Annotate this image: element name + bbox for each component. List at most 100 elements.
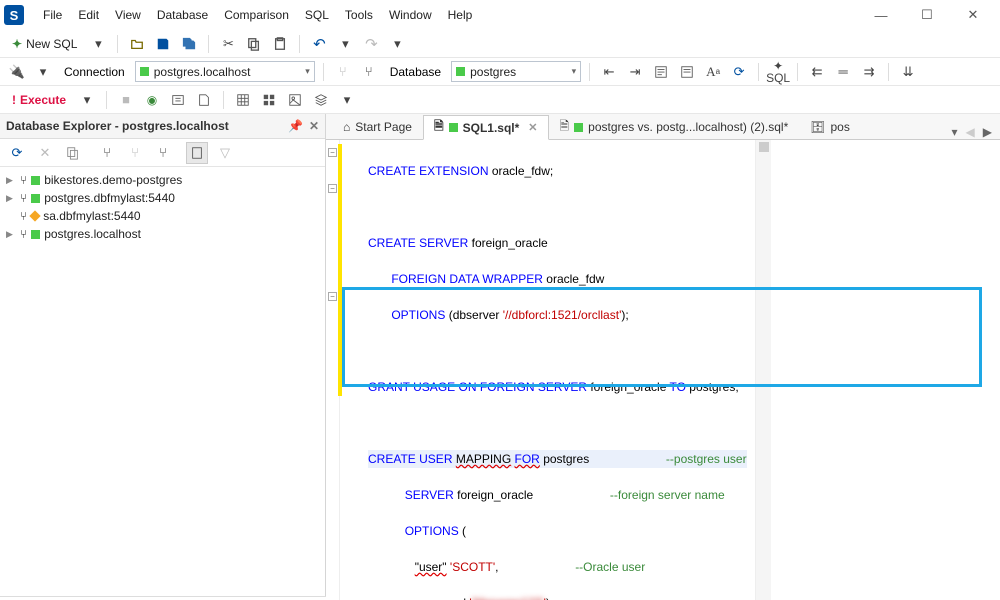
maximize-button[interactable]: ☐ xyxy=(904,0,950,30)
refresh-icon[interactable]: ⟳ xyxy=(728,61,750,83)
tab-sql1[interactable]: 🗎SQL1.sql*✕ xyxy=(423,115,549,140)
menu-database[interactable]: Database xyxy=(150,4,215,26)
fork2-icon[interactable]: ⑂ xyxy=(124,142,146,164)
conn-plug-icon[interactable]: 🔌 xyxy=(6,61,28,83)
comment-icon[interactable] xyxy=(650,61,672,83)
cut-icon[interactable]: ✂ xyxy=(217,33,239,55)
dropdown-arrow-icon[interactable]: ▾ xyxy=(87,33,109,55)
connection-dropdown[interactable]: postgres.localhost xyxy=(135,61,315,82)
sql-file-icon: 🗎 xyxy=(560,117,570,138)
window-controls: — ☐ ✕ xyxy=(858,0,996,30)
run-icon[interactable]: ◉ xyxy=(141,89,163,111)
conn-drop-icon[interactable]: ▾ xyxy=(32,61,54,83)
tree-item[interactable]: ▶⑂postgres.localhost xyxy=(0,225,325,243)
fork1-icon[interactable]: ⑂ xyxy=(96,142,118,164)
editor-tabs: ⌂Start Page 🗎SQL1.sql*✕ 🗎postgres vs. po… xyxy=(326,114,1000,140)
grid-icon[interactable] xyxy=(258,89,280,111)
db-icon: 🗄 xyxy=(810,120,825,134)
image-icon[interactable] xyxy=(284,89,306,111)
explorer-header: Database Explorer - postgres.localhost 📌… xyxy=(0,114,325,139)
tab-start-page[interactable]: ⌂Start Page xyxy=(332,114,423,139)
stop-icon[interactable]: ■ xyxy=(115,89,137,111)
menu-comparison[interactable]: Comparison xyxy=(217,4,296,26)
tabs-next-icon[interactable]: ▶ xyxy=(983,125,992,139)
layers-drop-icon[interactable]: ▾ xyxy=(336,89,358,111)
undo-split-icon[interactable]: ▾ xyxy=(334,33,356,55)
code-editor[interactable]: CREATE EXTENSION oracle_fdw; CREATE SERV… xyxy=(340,140,755,600)
close-button[interactable]: ✕ xyxy=(950,0,996,30)
close-panel-icon[interactable]: ✕ xyxy=(309,119,319,133)
copy-tree-icon[interactable] xyxy=(62,142,84,164)
align-right-icon[interactable]: ⇉ xyxy=(858,61,880,83)
explorer-title: Database Explorer - postgres.localhost xyxy=(6,119,229,133)
code-area: − − − CREATE EXTENSION oracle_fdw; CREAT… xyxy=(326,140,1000,600)
tree-item[interactable]: ⑂sa.dbfmylast:5440 xyxy=(0,207,325,225)
table-icon[interactable] xyxy=(232,89,254,111)
execute-button[interactable]: !Execute xyxy=(6,93,72,107)
menu-file[interactable]: File xyxy=(36,4,69,26)
layers-icon[interactable] xyxy=(310,89,332,111)
redo-split-icon[interactable]: ▾ xyxy=(386,33,408,55)
script-icon[interactable] xyxy=(193,89,215,111)
indent-icon[interactable]: ⇥ xyxy=(624,61,646,83)
sql-file-icon: 🗎 xyxy=(434,117,444,138)
redo-icon[interactable]: ↷ xyxy=(360,33,382,55)
minimize-button[interactable]: — xyxy=(858,0,904,30)
tabs-dropdown-icon[interactable]: ▾ xyxy=(952,125,958,139)
db-fork2-icon[interactable]: ⑂ xyxy=(358,61,380,83)
filter-icon[interactable]: ▽ xyxy=(214,142,236,164)
new-sql-button[interactable]: ✦New SQL xyxy=(6,33,83,55)
fold-icon[interactable]: − xyxy=(328,184,337,193)
copy-icon[interactable] xyxy=(243,33,265,55)
fold-icon[interactable]: − xyxy=(328,148,337,157)
database-dropdown[interactable]: postgres xyxy=(451,61,581,82)
toolbar-connection: 🔌 ▾ Connection postgres.localhost ⑂ ⑂ Da… xyxy=(0,58,1000,86)
menu-help[interactable]: Help xyxy=(441,4,480,26)
main-area: Database Explorer - postgres.localhost 📌… xyxy=(0,114,1000,596)
fork3-icon[interactable]: ⑂ xyxy=(152,142,174,164)
save-icon[interactable] xyxy=(152,33,174,55)
tree-item[interactable]: ▶⑂postgres.dbfmylast:5440 xyxy=(0,189,325,207)
titlebar: S File Edit View Database Comparison SQL… xyxy=(0,0,1000,30)
tabs-prev-icon[interactable]: ◀ xyxy=(966,125,975,139)
menu-view[interactable]: View xyxy=(108,4,148,26)
gutter: − − − xyxy=(326,140,340,600)
database-explorer: Database Explorer - postgres.localhost 📌… xyxy=(0,114,326,596)
paste-icon[interactable] xyxy=(269,33,291,55)
home-icon: ⌂ xyxy=(343,120,350,134)
open-icon[interactable] xyxy=(126,33,148,55)
toolbar-execute: !Execute ▾ ■ ◉ ▾ xyxy=(0,86,1000,114)
debug-icon[interactable] xyxy=(167,89,189,111)
connection-label: Connection xyxy=(64,65,125,79)
menu-window[interactable]: Window xyxy=(382,4,439,26)
outdent-icon[interactable]: ⇤ xyxy=(598,61,620,83)
clipboard-icon[interactable] xyxy=(186,142,208,164)
tree-item[interactable]: ▶⑂bikestores.demo-postgres xyxy=(0,171,325,189)
align-center-icon[interactable]: ═ xyxy=(832,61,854,83)
toolbar-main: ✦New SQL ▾ ✂ ↶ ▾ ↷ ▾ xyxy=(0,30,1000,58)
font-icon[interactable]: Aa xyxy=(702,61,724,83)
sql-format-icon[interactable]: ✦SQL xyxy=(767,61,789,83)
pin-icon[interactable]: 📌 xyxy=(288,119,303,133)
menu-tools[interactable]: Tools xyxy=(338,4,380,26)
database-label: Database xyxy=(390,65,441,79)
menubar: File Edit View Database Comparison SQL T… xyxy=(36,4,479,26)
tab-pos[interactable]: 🗄pos xyxy=(799,114,861,139)
scrollbar-vertical[interactable] xyxy=(755,140,771,600)
editor-pane: ⌂Start Page 🗎SQL1.sql*✕ 🗎postgres vs. po… xyxy=(326,114,1000,596)
refresh-tree-icon[interactable]: ⟳ xyxy=(6,142,28,164)
uncomment-icon[interactable] xyxy=(676,61,698,83)
undo-icon[interactable]: ↶ xyxy=(308,33,330,55)
delete-icon[interactable]: ✕ xyxy=(34,142,56,164)
uppercase-icon[interactable]: ⇊ xyxy=(897,61,919,83)
db-fork-icon[interactable]: ⑂ xyxy=(332,61,354,83)
fold-icon[interactable]: − xyxy=(328,292,337,301)
menu-sql[interactable]: SQL xyxy=(298,4,336,26)
menu-edit[interactable]: Edit xyxy=(71,4,106,26)
close-tab-icon[interactable]: ✕ xyxy=(528,121,537,134)
tab-compare[interactable]: 🗎postgres vs. postg...localhost) (2).sql… xyxy=(549,114,800,139)
save-all-icon[interactable] xyxy=(178,33,200,55)
execute-drop-icon[interactable]: ▾ xyxy=(76,89,98,111)
align-left-icon[interactable]: ⇇ xyxy=(806,61,828,83)
explorer-toolbar: ⟳ ✕ ⑂ ⑂ ⑂ ▽ xyxy=(0,139,325,167)
